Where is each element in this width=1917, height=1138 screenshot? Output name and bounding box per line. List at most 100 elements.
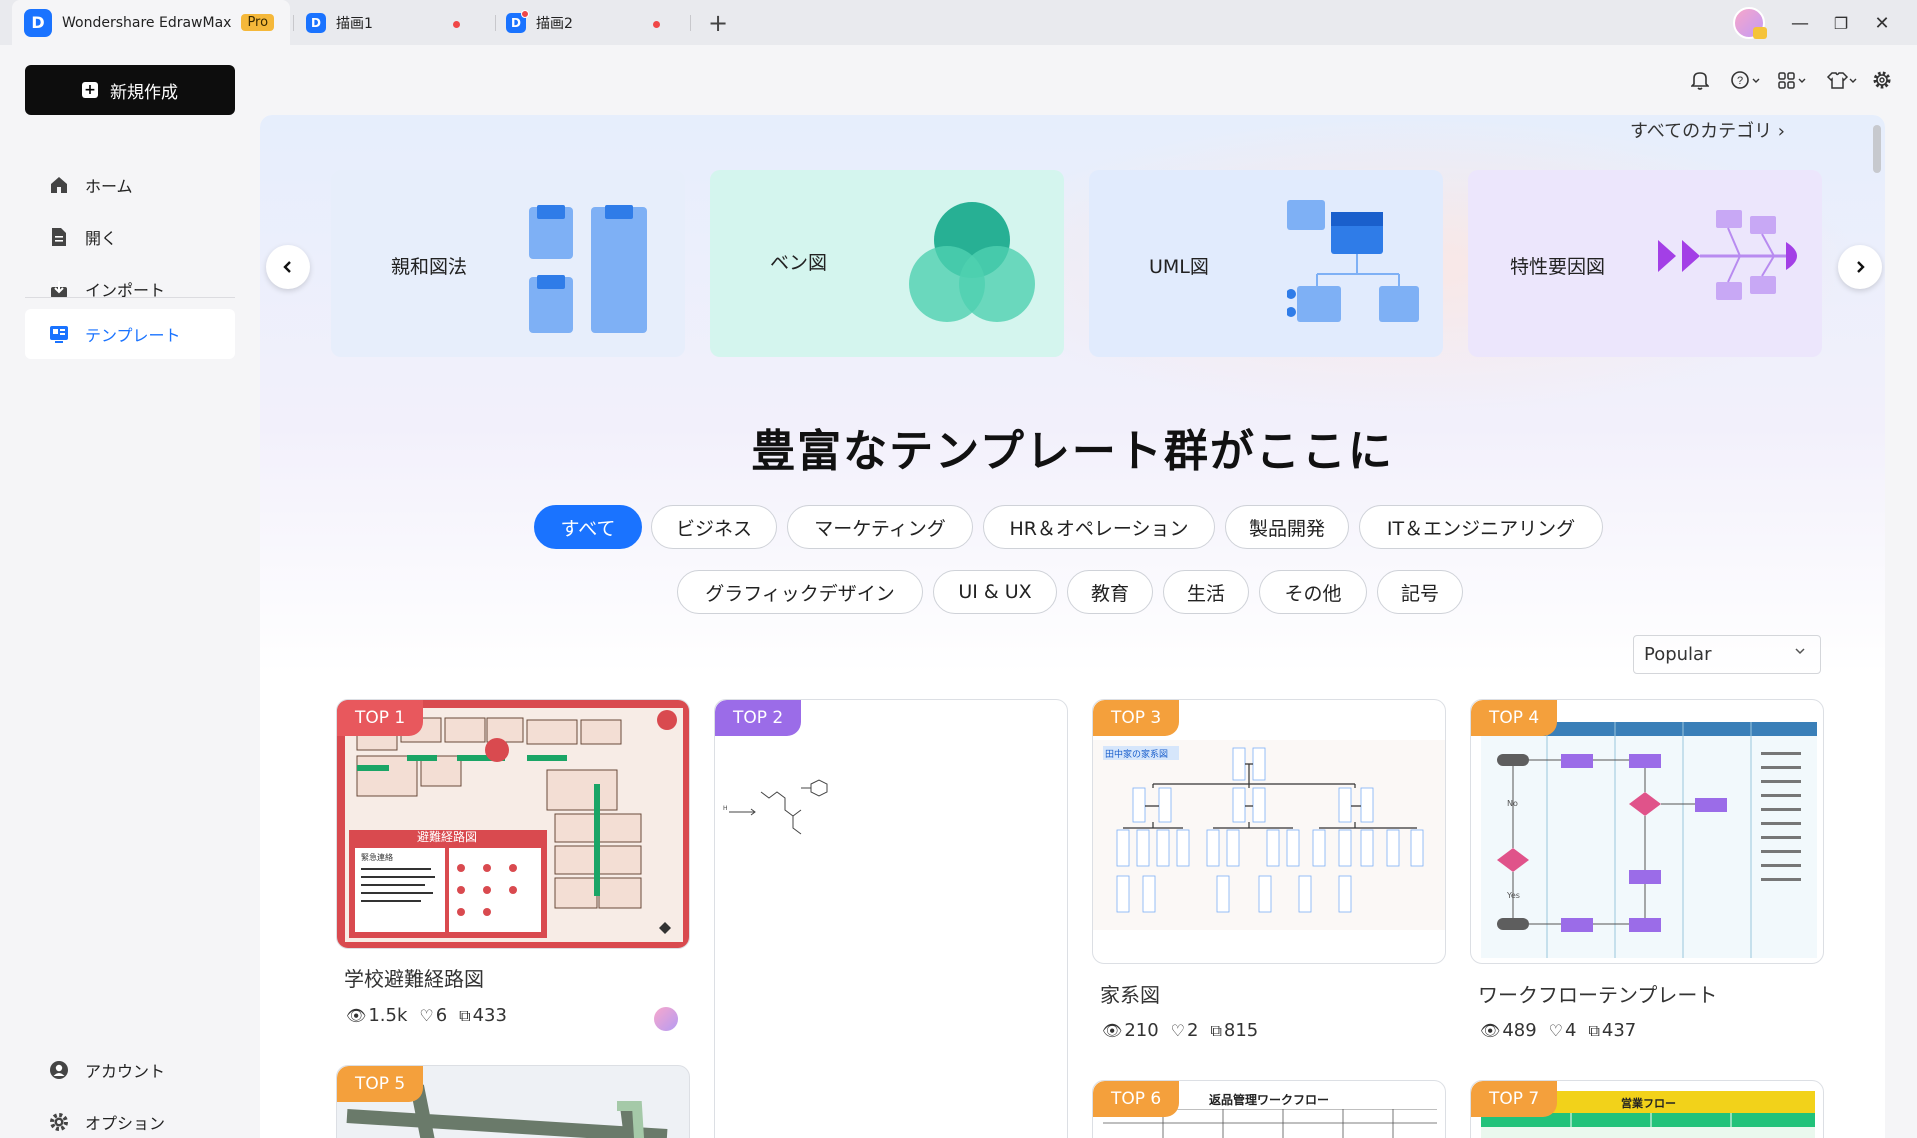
filter-chip-hr-operations[interactable]: HR＆オペレーション [983,505,1215,549]
rank-badge: TOP 3 [1093,700,1180,736]
template-thumbnail: H [723,779,828,835]
affinity-diagram-icon [529,205,647,333]
likes-stat[interactable]: ♡ 4 [1549,1020,1577,1041]
all-categories-link[interactable]: すべてのカテゴリ › [1630,117,1785,143]
filter-chip-lifestyle[interactable]: 生活 [1163,570,1249,614]
category-card-venn[interactable]: ベン図 [710,170,1064,357]
heart-icon: ♡ [1170,1021,1186,1040]
filter-chip-all[interactable]: すべて [534,505,642,549]
copies-stat: ⧉ 433 [459,1005,507,1026]
template-name[interactable]: 学校避難経路図 [344,963,484,992]
new-tab-button[interactable]: + [703,8,733,38]
sidebar-item-options[interactable]: オプション [25,1097,235,1138]
sidebar-item-open[interactable]: 開く [25,212,235,262]
account-icon [49,1060,69,1080]
document-icon: D [506,9,529,33]
template-thumbnail: No Yes [1481,722,1817,958]
filter-chip-symbols[interactable]: 記号 [1377,570,1463,614]
venn-diagram-icon [909,202,1035,322]
sidebar-item-home[interactable]: ホーム [25,160,235,210]
category-label: UML図 [1149,256,1209,278]
sort-dropdown[interactable]: Popular [1633,635,1821,674]
filter-chip-product-dev[interactable]: 製品開発 [1225,505,1349,549]
thumbnail-title: 営業フロー [1621,1097,1676,1110]
edrawmax-logo-icon: D [24,8,52,37]
close-button[interactable]: ✕ [1867,8,1897,38]
unsaved-dot-icon [453,21,460,28]
filter-chip-ui-ux[interactable]: UI & UX [933,570,1057,614]
category-label: 親和図法 [391,256,468,278]
svg-text:H: H [723,805,728,812]
eye-icon: 👁 [1102,1021,1123,1040]
bell-icon[interactable] [1691,66,1709,94]
heart-icon: ♡ [1548,1021,1564,1040]
tab-home[interactable]: D Wondershare EdrawMax Pro [12,0,290,45]
app-name: Wondershare EdrawMax [62,14,232,31]
filter-chip-marketing[interactable]: マーケティング [787,505,973,549]
filter-chip-graphic-design[interactable]: グラフィックデザイン [677,570,923,614]
template-card-chemical[interactable]: H TOP 2 [714,699,1068,1138]
shirt-icon[interactable] [1826,66,1858,94]
rank-badge: TOP 7 [1471,1081,1558,1117]
sort-value: Popular [1644,644,1712,665]
carousel-prev-button[interactable] [266,245,310,289]
user-avatar[interactable] [1733,7,1767,39]
plus-icon: + [82,82,98,98]
settings-icon [49,1112,69,1132]
thumbnail-title: 返品管理ワークフロー [1209,1093,1330,1107]
home-icon [49,175,69,195]
views-stat: 👁 1.5k [346,1005,408,1026]
document-icon: D [306,12,326,33]
copies-stat: ⧉ 437 [1588,1020,1637,1041]
sidebar: + 新規作成 ホーム 開く インポート テンプレート アカウント オプション [0,45,260,1138]
likes-stat[interactable]: ♡ 6 [419,1005,447,1026]
author-avatar[interactable] [654,1007,678,1031]
filter-chip-it-engineering[interactable]: IT＆エンジニアリング [1359,505,1603,549]
new-document-button[interactable]: + 新規作成 [25,65,235,115]
gear-icon[interactable] [1872,66,1892,94]
restore-button[interactable]: ❐ [1826,8,1856,38]
template-card-sales-flow[interactable]: 営業フロー TOP 7 [1470,1080,1824,1138]
sidebar-item-account[interactable]: アカウント [25,1045,235,1095]
template-name[interactable]: ワークフローテンプレート [1478,979,1717,1008]
sidebar-divider [25,297,235,298]
template-name[interactable]: 家系図 [1100,979,1160,1008]
apps-icon[interactable] [1777,66,1807,94]
category-card-fishbone[interactable]: 特性要因図 [1468,170,1822,357]
category-card-affinity[interactable]: 親和図法 [331,170,685,357]
filter-chip-business[interactable]: ビジネス [651,505,777,549]
scrollbar-thumb[interactable] [1873,125,1881,173]
filter-chip-other[interactable]: その他 [1259,570,1367,614]
likes-stat[interactable]: ♡ 2 [1171,1020,1199,1041]
template-card-family-tree[interactable]: 田中家の家系図 TOP 3 [1092,699,1446,964]
tab-divider [690,15,691,31]
template-card-evacuation[interactable]: 避難経路図 緊急連絡 TOP 1 [336,699,690,949]
carousel-next-button[interactable] [1838,245,1882,289]
template-card-workflow[interactable]: No Yes TOP 4 [1470,699,1824,964]
template-card-top5[interactable]: TOP 5 [336,1065,690,1138]
chevron-right-icon [1857,261,1865,273]
tab-divider [293,15,294,31]
sidebar-item-import[interactable]: インポート [25,264,235,314]
views-stat: 👁 210 [1102,1020,1159,1041]
thumbnail-yes-label: Yes [1506,891,1520,900]
template-card-return-workflow[interactable]: 返品管理ワークフロー TOP 6 [1092,1080,1446,1138]
file-icon [49,227,69,247]
views-stat: 👁 489 [1480,1020,1537,1041]
tab-drawing-1[interactable]: D 描画1 [300,0,490,45]
copies-stat: ⧉ 815 [1210,1020,1259,1041]
template-stats: 👁 210 ♡ 2 ⧉ 815 [1102,1020,1258,1041]
heart-icon: ♡ [419,1006,434,1025]
copy-icon: ⧉ [459,1006,471,1025]
category-card-uml[interactable]: UML図 [1089,170,1443,357]
sidebar-item-templates[interactable]: テンプレート [25,309,235,359]
template-stats: 👁 489 ♡ 4 ⧉ 437 [1480,1020,1636,1041]
tab-drawing-2[interactable]: D 描画2 [500,0,690,45]
rank-badge: TOP 4 [1471,700,1558,736]
rank-badge: TOP 2 [715,700,802,736]
uml-diagram-icon [1287,200,1419,322]
filter-chip-education[interactable]: 教育 [1067,570,1153,614]
eye-icon: 👁 [346,1006,367,1025]
minimize-button[interactable]: — [1785,8,1815,38]
help-icon[interactable]: ? [1731,66,1761,94]
